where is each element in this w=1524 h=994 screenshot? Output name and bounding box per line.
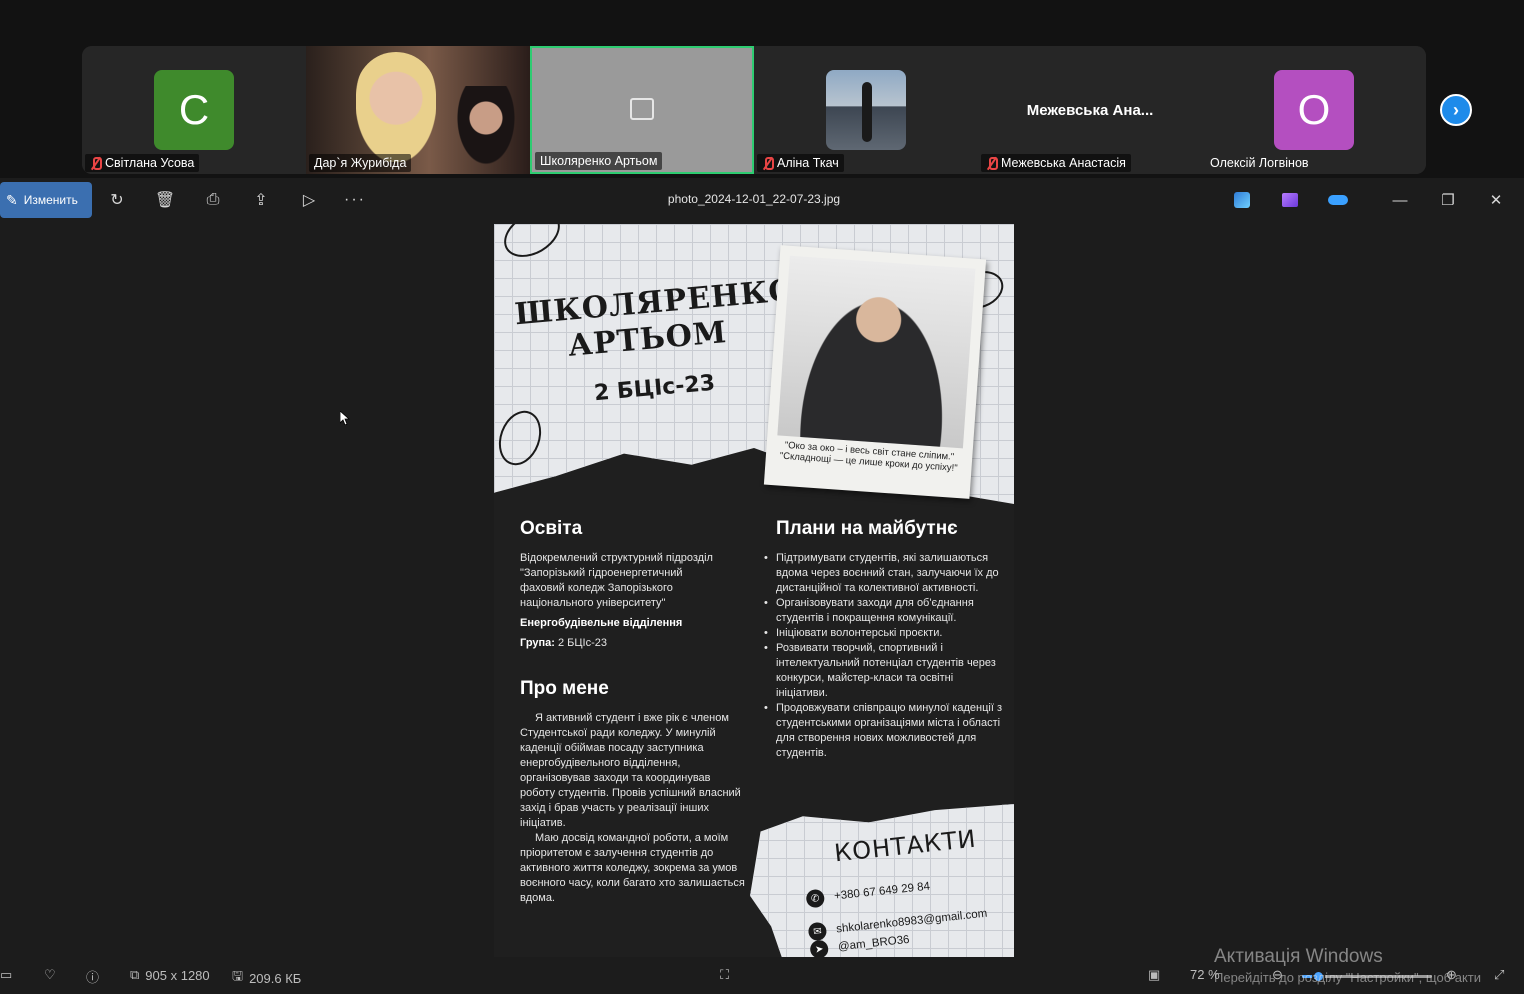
participant-tile[interactable]: О Олексій Логвінов: [1202, 46, 1426, 174]
video-feed: [356, 52, 436, 162]
mic-muted-icon: [90, 156, 102, 170]
participant-name-label: Дар`я Журибіда: [314, 156, 407, 170]
favorite-icon[interactable]: ♡: [44, 967, 56, 983]
plans-heading: Плани на майбутнє: [776, 518, 958, 539]
file-size: 🖫 209.6 КБ: [232, 967, 301, 989]
avatar-figure: [862, 82, 872, 142]
participant-tile[interactable]: Дар`я Журибіда: [306, 46, 530, 174]
education-heading: Освіта: [520, 518, 583, 539]
save-icon: 🖫: [232, 968, 244, 983]
participant-name-label: Олексій Логвінов: [1210, 156, 1309, 170]
designer-icon[interactable]: [1230, 188, 1254, 212]
fullscreen-icon[interactable]: ⤢: [1494, 967, 1504, 983]
mouse-cursor-icon: [340, 411, 350, 425]
photos-viewer: ✎ Изменить ↻ 🗑 ⎙ ⇪ ▷ ··· photo_2024-12-0…: [0, 178, 1524, 994]
education-department: Енергобудівельне відділення: [520, 616, 730, 631]
email-value: shkolarenko8983@gmail.com: [835, 907, 988, 936]
education-group: Група: 2 БЦІс-23: [520, 636, 730, 651]
avatar: О: [1274, 70, 1354, 150]
contacts-heading: КОНТАКТИ: [832, 824, 978, 868]
avatar: [826, 70, 906, 150]
chevron-right-icon[interactable]: ›: [1440, 94, 1472, 126]
actual-size-icon[interactable]: ▣: [1148, 967, 1160, 983]
participant-tile[interactable]: Межевська Ана... Межевська Анастасія: [978, 46, 1202, 174]
education-institution: Відокремлений структурний підрозділ "Зап…: [520, 552, 713, 609]
telegram-value: @am_BRO36: [837, 933, 911, 954]
department-label: Енергобудівельне відділення: [520, 617, 683, 629]
restore-icon[interactable]: ❐: [1436, 188, 1460, 212]
image-canvas[interactable]: ШКОЛЯРЕНКО АРТЬОМ 2 БЦІс-23 "Око за око …: [0, 222, 1524, 957]
list-item: Ініціювати волонтерські проєкти.: [762, 626, 1002, 641]
telegram-icon: ➤: [809, 939, 830, 957]
poster-image: ШКОЛЯРЕНКО АРТЬОМ 2 БЦІс-23 "Око за око …: [494, 224, 1014, 957]
participant-name-label: Світлана Усова: [105, 156, 195, 170]
participant-name: Межевська Анастасія: [981, 154, 1131, 172]
video-feed-second-person: [456, 86, 516, 166]
group-value: 2 БЦІс-23: [558, 637, 607, 649]
close-icon[interactable]: ✕: [1484, 188, 1508, 212]
participant-name-label: Межевська Анастасія: [1001, 156, 1126, 170]
info-icon[interactable]: ⓘ: [86, 967, 99, 986]
participant-name: Школяренко Артьом: [535, 152, 663, 170]
about-paragraph-1: Я активний студент і вже рік є членом Ст…: [520, 712, 741, 829]
toolbar: ✎ Изменить ↻ 🗑 ⎙ ⇪ ▷ ··· photo_2024-12-0…: [0, 178, 1524, 222]
contacts-card: КОНТАКТИ ✆ +380 67 649 29 84 ✉ shkolarenko…: [750, 804, 1014, 957]
fit-screen-icon[interactable]: ⛶: [720, 967, 729, 983]
dimensions-value: 905 x 1280: [145, 967, 210, 983]
email-icon: ✉: [807, 921, 828, 942]
participant-name: Світлана Усова: [85, 154, 200, 172]
participant-tile[interactable]: Аліна Ткач: [754, 46, 978, 174]
participant-name: Олексій Логвінов: [1205, 154, 1314, 172]
participant-name-label: Аліна Ткач: [777, 156, 839, 170]
list-item: Організовувати заходи для об'єднання сту…: [762, 596, 1002, 626]
contact-phone: ✆ +380 67 649 29 84: [805, 878, 931, 909]
onedrive-icon[interactable]: [1326, 188, 1350, 212]
windows-activation-watermark: Активація Windows Перейдіть до розділу "…: [1214, 946, 1481, 985]
polaroid-photo: "Око за око – і весь світ стане сліпим."…: [763, 245, 987, 499]
dimensions-icon: ⧉: [130, 967, 140, 982]
phone-icon: ✆: [805, 888, 826, 909]
participant-gallery: С Світлана Усова Дар`я Журибіда Школярен…: [82, 46, 1426, 174]
avatar: С: [154, 70, 234, 150]
participant-tile-active[interactable]: Школяренко Артьом: [530, 46, 754, 174]
participant-name-label: Школяренко Артьом: [540, 154, 658, 168]
participant-tile[interactable]: С Світлана Усова: [82, 46, 306, 174]
screen-share-icon: [630, 98, 654, 120]
participant-name: Аліна Ткач: [757, 154, 844, 172]
image-dimensions: ⧉ 905 x 1280: [130, 967, 210, 983]
about-paragraph-2: Маю досвід командної роботи, а моїм пріо…: [520, 832, 745, 904]
filmstrip-icon[interactable]: ▭: [0, 967, 12, 983]
mic-muted-icon: [986, 156, 998, 170]
plans-list: Підтримувати студентів, які залишаються …: [762, 551, 1002, 761]
phone-value: +380 67 649 29 84: [833, 880, 931, 903]
portrait-photo: [777, 255, 976, 449]
clipchamp-icon[interactable]: [1278, 188, 1302, 212]
watermark-title: Активація Windows: [1214, 946, 1383, 967]
video-strip: С Світлана Усова Дар`я Журибіда Школярен…: [0, 0, 1524, 178]
list-item: Розвивати творчий, спортивний і інтелект…: [762, 641, 1002, 701]
watermark-subtitle: Перейдіть до розділу "Настройки", щоб ак…: [1214, 970, 1482, 985]
list-item: Підтримувати студентів, які залишаються …: [762, 551, 1002, 596]
minimize-icon[interactable]: —: [1388, 188, 1412, 212]
about-heading: Про мене: [520, 678, 609, 699]
list-item: Продовжувати співпрацю минулої каденції …: [762, 701, 1002, 761]
group-label: Група:: [520, 637, 555, 649]
participant-name: Дар`я Журибіда: [309, 154, 412, 172]
mic-muted-icon: [762, 156, 774, 170]
filesize-value: 209.6 КБ: [249, 970, 302, 986]
